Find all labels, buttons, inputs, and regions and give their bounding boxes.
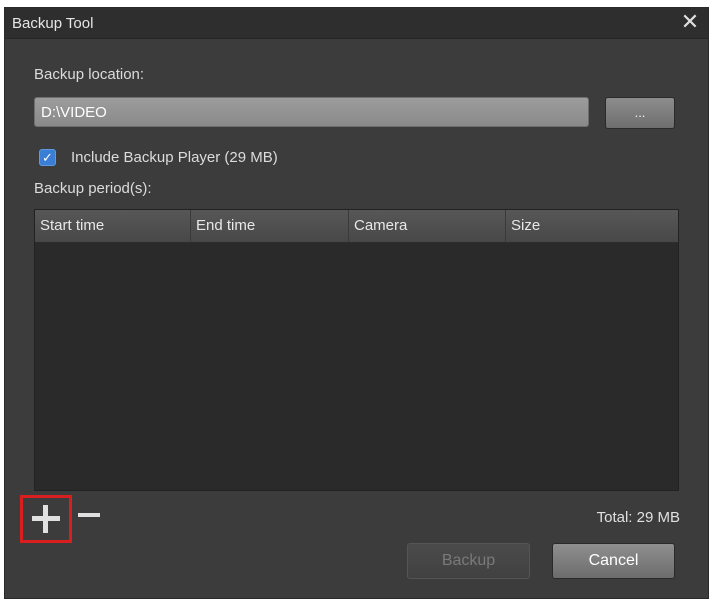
plus-icon[interactable]: [28, 501, 64, 537]
backup-location-input[interactable]: [34, 97, 589, 127]
checkmark-icon: ✓: [42, 150, 53, 165]
backup-location-label: Backup location:: [34, 66, 145, 83]
backup-tool-dialog: Backup Tool ✕ Backup location: ... ✓ Inc…: [5, 8, 708, 598]
title-bar: Backup Tool ✕: [5, 8, 708, 39]
column-header-size[interactable]: Size: [506, 210, 678, 242]
cancel-button[interactable]: Cancel: [552, 543, 675, 579]
column-header-camera[interactable]: Camera: [349, 210, 506, 242]
backup-periods-label: Backup period(s):: [34, 180, 152, 197]
dialog-title: Backup Tool: [12, 15, 94, 32]
total-size: Total: 29 MB: [596, 509, 680, 526]
table-header: Start time End time Camera Size: [35, 210, 678, 243]
column-header-start-time[interactable]: Start time: [35, 210, 191, 242]
add-period-highlight: [20, 495, 72, 543]
minus-icon[interactable]: [77, 501, 103, 529]
column-header-end-time[interactable]: End time: [191, 210, 349, 242]
close-icon[interactable]: ✕: [678, 10, 702, 34]
backup-periods-table[interactable]: Start time End time Camera Size: [34, 209, 679, 491]
browse-button[interactable]: ...: [605, 97, 675, 129]
include-backup-player-checkbox[interactable]: ✓: [39, 149, 56, 166]
include-backup-player-label: Include Backup Player (29 MB): [71, 149, 278, 166]
backup-button[interactable]: Backup: [407, 543, 530, 579]
